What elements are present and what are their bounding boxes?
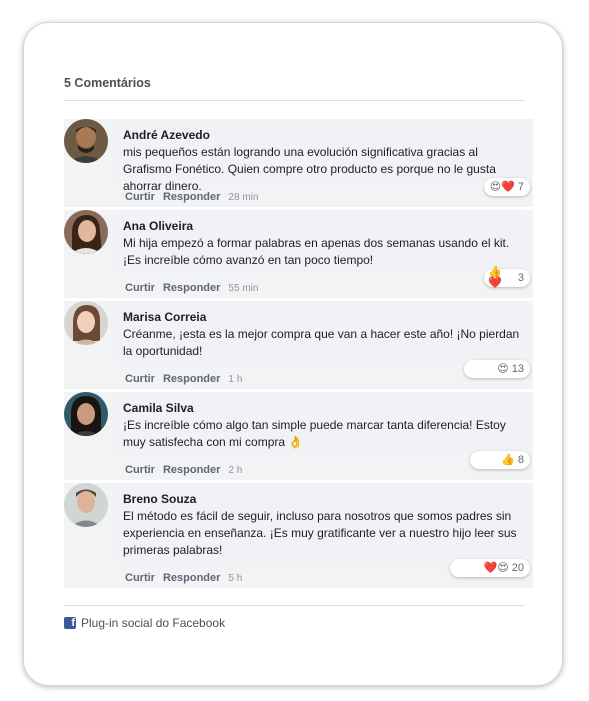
comment-author[interactable]: André Azevedo	[123, 127, 522, 143]
comment-time[interactable]: 1 h	[228, 374, 242, 385]
comment-time[interactable]: 5 h	[228, 573, 242, 584]
comment-author[interactable]: Ana Oliveira	[123, 218, 522, 234]
comment-author[interactable]: Breno Souza	[123, 491, 522, 507]
reaction-count: 13	[511, 363, 524, 375]
like-button[interactable]: Curtir	[125, 191, 155, 203]
reaction-icons: ❤️😍	[483, 561, 509, 574]
comment-text: mis pequeños están logrando una evolució…	[123, 145, 496, 193]
comment-text: Mi hija empezó a formar palabras en apen…	[123, 236, 510, 267]
like-button[interactable]: Curtir	[125, 464, 155, 476]
comment-text: Créanme, ¡esta es la mejor compra que va…	[123, 327, 520, 358]
comment-item: Camila Silva ¡Es increíble cómo algo tan…	[64, 392, 533, 480]
reaction-badge[interactable]: 😍 13	[464, 360, 530, 378]
comment-bubble: Breno Souza El método es fácil de seguir…	[113, 483, 532, 562]
facebook-icon: f	[64, 617, 76, 629]
reaction-badge[interactable]: 😍❤️ 7	[484, 178, 530, 196]
comment-item: Marisa Correia Créanme, ¡esta es la mejo…	[64, 301, 533, 389]
reaction-count: 7	[517, 181, 524, 193]
reply-button[interactable]: Responder	[163, 464, 220, 476]
comment-text: El método es fácil de seguir, incluso pa…	[123, 509, 517, 557]
avatar[interactable]	[64, 301, 108, 345]
comment-author[interactable]: Camila Silva	[123, 400, 522, 416]
comment-time[interactable]: 55 min	[228, 283, 258, 294]
reaction-badge[interactable]: 👍❤️ 3	[484, 266, 530, 289]
comment-actions: Curtir Responder 2 h	[125, 464, 242, 476]
avatar[interactable]	[64, 119, 108, 163]
reaction-count: 3	[517, 272, 524, 284]
reaction-count: 20	[511, 562, 524, 574]
comment-author[interactable]: Marisa Correia	[123, 309, 522, 325]
comments-card: 5 Comentários André Azevedo mis pequeños…	[23, 22, 563, 686]
reaction-icons: 😍❤️	[489, 180, 515, 193]
comment-time[interactable]: 2 h	[228, 465, 242, 476]
reaction-icons: 😍	[497, 362, 509, 375]
reply-button[interactable]: Responder	[163, 572, 220, 584]
comment-bubble: André Azevedo mis pequeños están logrand…	[113, 119, 532, 193]
reaction-badge[interactable]: 👍 8	[470, 451, 530, 469]
like-button[interactable]: Curtir	[125, 373, 155, 385]
avatar[interactable]	[64, 210, 108, 254]
comment-item: André Azevedo mis pequeños están logrand…	[64, 119, 533, 207]
comment-actions: Curtir Responder 55 min	[125, 282, 258, 294]
like-button[interactable]: Curtir	[125, 282, 155, 294]
comment-bubble: Camila Silva ¡Es increíble cómo algo tan…	[113, 392, 532, 454]
avatar[interactable]	[64, 392, 108, 436]
reaction-count: 8	[517, 454, 524, 466]
divider	[64, 605, 525, 606]
comments-count: 5 Comentários	[64, 76, 151, 90]
comment-item: Ana Oliveira Mi hija empezó a formar pal…	[64, 210, 533, 298]
comment-time[interactable]: 28 min	[228, 192, 258, 203]
comment-bubble: Marisa Correia Créanme, ¡esta es la mejo…	[113, 301, 532, 363]
comment-actions: Curtir Responder 5 h	[125, 572, 242, 584]
comment-bubble: Ana Oliveira Mi hija empezó a formar pal…	[113, 210, 532, 272]
comment-actions: Curtir Responder 28 min	[125, 191, 258, 203]
comment-text: ¡Es increíble cómo algo tan simple puede…	[123, 418, 506, 449]
like-button[interactable]: Curtir	[125, 572, 155, 584]
comment-item: Breno Souza El método es fácil de seguir…	[64, 483, 533, 588]
reaction-badge[interactable]: ❤️😍 20	[450, 559, 530, 577]
reaction-icons: 👍❤️	[488, 266, 502, 289]
reply-button[interactable]: Responder	[163, 282, 220, 294]
divider	[64, 100, 525, 101]
avatar[interactable]	[64, 483, 108, 527]
reply-button[interactable]: Responder	[163, 191, 220, 203]
plugin-label[interactable]: Plug-in social do Facebook	[81, 616, 225, 630]
facebook-plugin-footer[interactable]: f Plug-in social do Facebook	[64, 616, 225, 630]
reply-button[interactable]: Responder	[163, 373, 220, 385]
comment-actions: Curtir Responder 1 h	[125, 373, 242, 385]
reaction-icons: 👍	[501, 453, 515, 466]
